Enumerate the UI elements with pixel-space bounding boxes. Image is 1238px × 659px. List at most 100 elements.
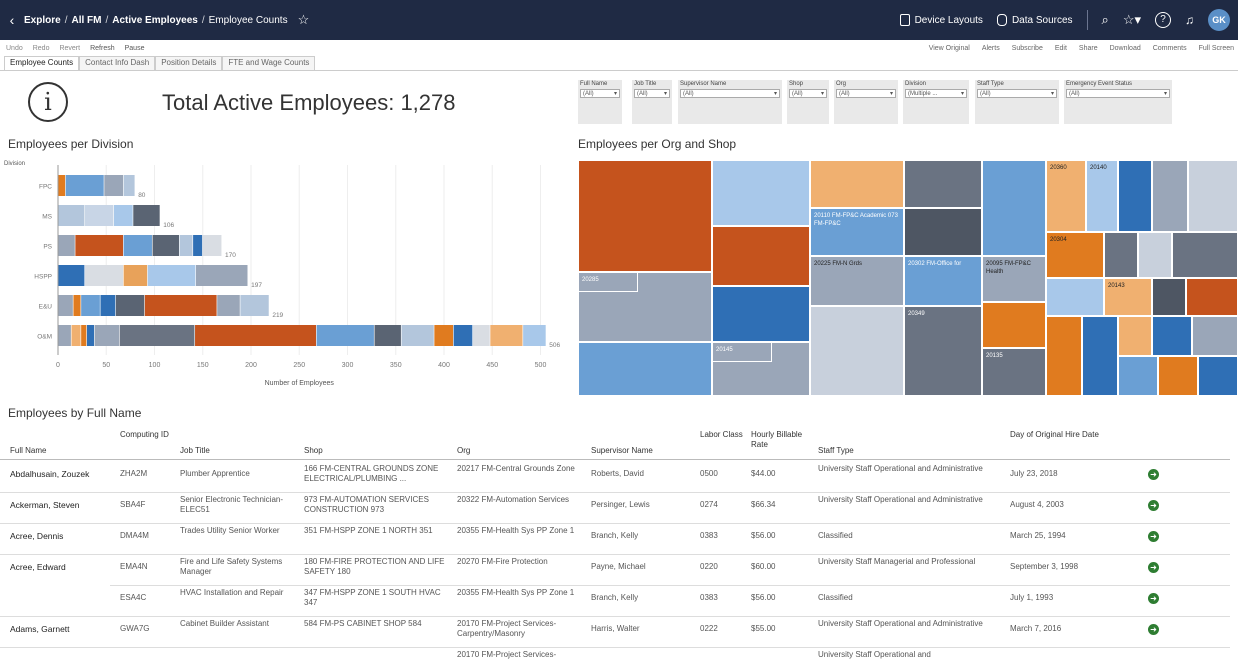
treemap-cell[interactable] [1192,316,1238,356]
bar-segment[interactable] [195,325,317,346]
treemap-cell[interactable]: 20143 [1104,278,1152,316]
bar-segment[interactable] [202,235,222,256]
treemap-cell[interactable] [1138,232,1172,278]
bar-segment[interactable] [58,205,85,226]
bar-segment[interactable] [65,175,104,196]
bar-segment[interactable] [193,235,203,256]
table-row[interactable]: Acree, Dennis DMA4M Trades Utility Senior … [0,524,1200,553]
bar-segment[interactable] [58,175,66,196]
bar-segment[interactable] [58,235,75,256]
go-arrow-icon[interactable]: ➜ [1148,500,1159,511]
bar-segment[interactable] [100,295,116,316]
info-icon[interactable]: i [28,82,68,122]
go-arrow-icon[interactable]: ➜ [1148,562,1159,573]
bell-icon[interactable]: ♫ [1185,13,1194,27]
subscribe-button[interactable]: Subscribe [1012,45,1043,52]
bar-segment[interactable] [179,235,193,256]
bar-segment[interactable] [119,325,195,346]
back-chevron-icon[interactable]: ‹ [0,12,24,28]
column-header[interactable]: Computing ID [120,430,175,440]
breadcrumb-all-fm[interactable]: All FM [71,15,101,26]
bar-segment[interactable] [94,325,120,346]
breadcrumb-explore[interactable]: Explore [24,15,61,26]
filter-dropdown[interactable]: (All) ▾ [580,89,620,98]
treemap-cell[interactable] [810,160,904,208]
treemap-cell[interactable] [1104,232,1138,278]
treemap-cell[interactable] [1152,316,1192,356]
column-header[interactable]: Full Name [10,446,110,456]
filter-dropdown[interactable]: (All) ▾ [836,89,896,98]
treemap-cell[interactable] [712,226,810,286]
bar-segment[interactable] [147,265,196,286]
bar-segment[interactable] [123,175,135,196]
treemap-cell[interactable] [578,160,712,272]
bar-segment[interactable] [195,265,248,286]
refresh-button[interactable]: Refresh [90,45,115,52]
device-layouts-button[interactable]: Device Layouts [899,14,983,26]
bar-segment[interactable] [58,325,71,346]
treemap-cell[interactable] [1046,316,1082,396]
bar-segment[interactable] [374,325,401,346]
treemap-cell[interactable]: 20225 FM-N Grds [810,256,904,306]
bar-segment[interactable] [113,205,133,226]
bar-segment[interactable] [86,325,95,346]
treemap-cell[interactable] [1198,356,1238,396]
go-arrow-icon[interactable]: ➜ [1148,593,1159,604]
table-row[interactable]: Adams, Garnett GWA7G Cabinet Builder Assis… [0,617,1200,646]
bar-segment[interactable] [58,295,73,316]
favorite-star-icon[interactable]: ☆ [298,12,310,28]
filter-dropdown[interactable]: (All) ▾ [977,89,1057,98]
view-original-button[interactable]: View Original [929,45,970,52]
bar-segment[interactable] [152,235,179,256]
treemap-cell[interactable]: 20110 FM-FP&C Academic 073 FM-FP&C [810,208,904,256]
bar-segment[interactable] [123,265,148,286]
filter-dropdown[interactable]: (Multiple ... ▾ [905,89,967,98]
data-sources-button[interactable]: Data Sources [996,14,1073,26]
table-row[interactable]: Acree, Edward EMA4N Fire and Life Safety S… [0,555,1200,584]
treemap-cell[interactable] [1118,316,1152,356]
bar-segment[interactable] [217,295,240,316]
treemap-cell[interactable] [904,160,982,208]
search-icon[interactable]: ⌕ [1102,12,1109,28]
treemap-cell[interactable] [982,160,1046,256]
comments-button[interactable]: Comments [1153,45,1187,52]
bar-segment[interactable] [104,175,124,196]
edit-button[interactable]: Edit [1055,45,1067,52]
column-header[interactable]: Shop [304,446,454,456]
treemap-cell[interactable] [1152,160,1188,232]
favorites-star-icon[interactable]: ☆▾ [1123,12,1141,28]
go-arrow-icon[interactable]: ➜ [1148,624,1159,635]
treemap-cell[interactable] [1046,278,1104,316]
column-header[interactable]: Org [457,446,587,456]
treemap-cell[interactable] [712,160,810,226]
bar-segment[interactable] [81,325,87,346]
column-header[interactable]: Day of Original Hire Date [1010,430,1110,440]
treemap-cell[interactable] [904,208,982,256]
table-row[interactable]: Abdalhusain, Zouzek ZHA2M Plumber Apprenti… [0,462,1200,491]
share-button[interactable]: Share [1079,45,1098,52]
treemap-cell[interactable] [712,286,810,342]
treemap-cell[interactable]: 20302 FM-Office for [904,256,982,306]
undo-button[interactable]: Undo [6,45,23,52]
table-row[interactable]: ESA4C HVAC Installation and Repair 347 FM-… [0,586,1200,615]
tab-position-details[interactable]: Position Details [155,56,223,70]
bar-segment[interactable] [85,205,114,226]
bar-segment[interactable] [490,325,523,346]
go-arrow-icon[interactable]: ➜ [1148,531,1159,542]
filter-dropdown[interactable]: (All) ▾ [634,89,670,98]
bar-segment[interactable] [58,265,85,286]
bar-segment[interactable] [453,325,473,346]
treemap-cell[interactable]: 20140 [1086,160,1118,232]
bar-segment[interactable] [472,325,490,346]
treemap-cell[interactable] [982,302,1046,348]
table-row[interactable]: Ackerman, Steven SBA4F Senior Electronic T… [0,493,1200,522]
bar-segment[interactable] [316,325,374,346]
bar-segment[interactable] [523,325,546,346]
column-header[interactable]: Hourly Billable Rate [751,430,816,450]
column-header[interactable]: Supervisor Name [591,446,696,456]
bar-segment[interactable] [81,295,100,316]
treemap-cell[interactable] [1158,356,1198,396]
treemap-cell[interactable] [1188,160,1238,232]
bar-segment[interactable] [73,295,81,316]
treemap-cell[interactable] [578,342,712,396]
